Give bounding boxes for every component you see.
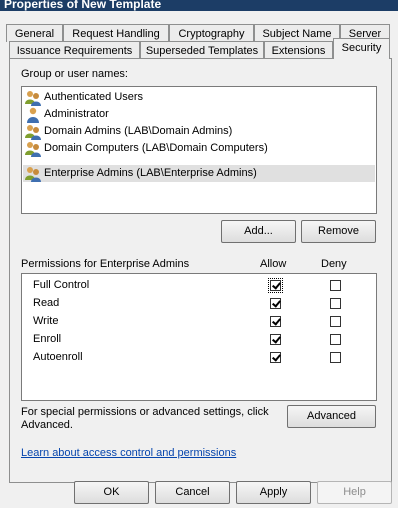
list-item-selected[interactable]: Enterprise Admins (LAB\Enterprise Admins… bbox=[23, 165, 375, 182]
allow-checkbox[interactable] bbox=[270, 334, 281, 345]
permission-name: Autoenroll bbox=[33, 351, 83, 363]
allow-checkbox[interactable] bbox=[270, 352, 281, 363]
allow-checkbox[interactable] bbox=[270, 298, 281, 309]
window-title: Properties of New Template bbox=[4, 0, 162, 11]
permission-name: Enroll bbox=[33, 333, 62, 345]
permission-name: Read bbox=[33, 297, 60, 309]
allow-checkbox[interactable] bbox=[270, 316, 281, 327]
deny-checkbox[interactable] bbox=[330, 316, 341, 327]
advanced-description-line2: Advanced. bbox=[21, 419, 73, 431]
allow-checkbox[interactable] bbox=[268, 278, 283, 293]
users-group-icon bbox=[25, 125, 41, 140]
advanced-button[interactable]: Advanced bbox=[287, 405, 376, 428]
tab-security[interactable]: Security bbox=[333, 38, 390, 59]
user-icon bbox=[27, 107, 39, 123]
tab-extensions[interactable]: Extensions bbox=[264, 41, 333, 59]
ok-button[interactable]: OK bbox=[74, 481, 149, 504]
permission-row: Full Control bbox=[22, 277, 376, 295]
deny-checkbox[interactable] bbox=[330, 298, 341, 309]
group-names-label: Group or user names: bbox=[21, 68, 128, 80]
permissions-list: Full Control Read Write Enroll Autoenrol… bbox=[21, 273, 377, 401]
list-item-label: Domain Admins (LAB\Domain Admins) bbox=[44, 125, 233, 137]
tab-cryptography[interactable]: Cryptography bbox=[169, 24, 254, 42]
apply-button[interactable]: Apply bbox=[236, 481, 311, 504]
permission-row: Enroll bbox=[22, 331, 376, 349]
permission-row: Write bbox=[22, 313, 376, 331]
tab-subject-name[interactable]: Subject Name bbox=[254, 24, 340, 42]
tab-general[interactable]: General bbox=[6, 24, 63, 42]
remove-button[interactable]: Remove bbox=[301, 220, 376, 243]
add-button[interactable]: Add... bbox=[221, 220, 296, 243]
list-item-label: Enterprise Admins (LAB\Enterprise Admins… bbox=[44, 167, 257, 179]
users-group-icon bbox=[25, 167, 41, 182]
help-button[interactable]: Help bbox=[317, 481, 392, 504]
permission-name: Full Control bbox=[33, 279, 90, 291]
advanced-description-line1: For special permissions or advanced sett… bbox=[21, 406, 269, 418]
deny-header: Deny bbox=[321, 258, 347, 270]
tab-issuance-requirements[interactable]: Issuance Requirements bbox=[9, 41, 140, 59]
help-link[interactable]: Learn about access control and permissio… bbox=[21, 447, 236, 459]
users-group-icon bbox=[25, 142, 41, 157]
title-bar[interactable]: Properties of New Template bbox=[0, 0, 398, 11]
group-names-list[interactable]: Authenticated Users Administrator Domain… bbox=[21, 86, 377, 214]
tab-request-handling[interactable]: Request Handling bbox=[63, 24, 169, 42]
properties-dialog: General Request Handling Cryptography Su… bbox=[0, 11, 398, 508]
tab-superseded-templates[interactable]: Superseded Templates bbox=[140, 41, 264, 59]
list-item-label: Authenticated Users bbox=[44, 91, 144, 103]
deny-checkbox[interactable] bbox=[330, 352, 341, 363]
permission-name: Write bbox=[33, 315, 59, 327]
cancel-button[interactable]: Cancel bbox=[155, 481, 230, 504]
list-item-label: Administrator bbox=[44, 108, 109, 120]
allow-header: Allow bbox=[260, 258, 287, 270]
list-item-label: Domain Computers (LAB\Domain Computers) bbox=[44, 142, 268, 154]
permissions-header: Permissions for Enterprise Admins bbox=[21, 258, 190, 270]
permission-row: Autoenroll bbox=[22, 349, 376, 367]
deny-checkbox[interactable] bbox=[330, 280, 341, 291]
users-group-icon bbox=[25, 91, 41, 106]
permission-row: Read bbox=[22, 295, 376, 313]
deny-checkbox[interactable] bbox=[330, 334, 341, 345]
